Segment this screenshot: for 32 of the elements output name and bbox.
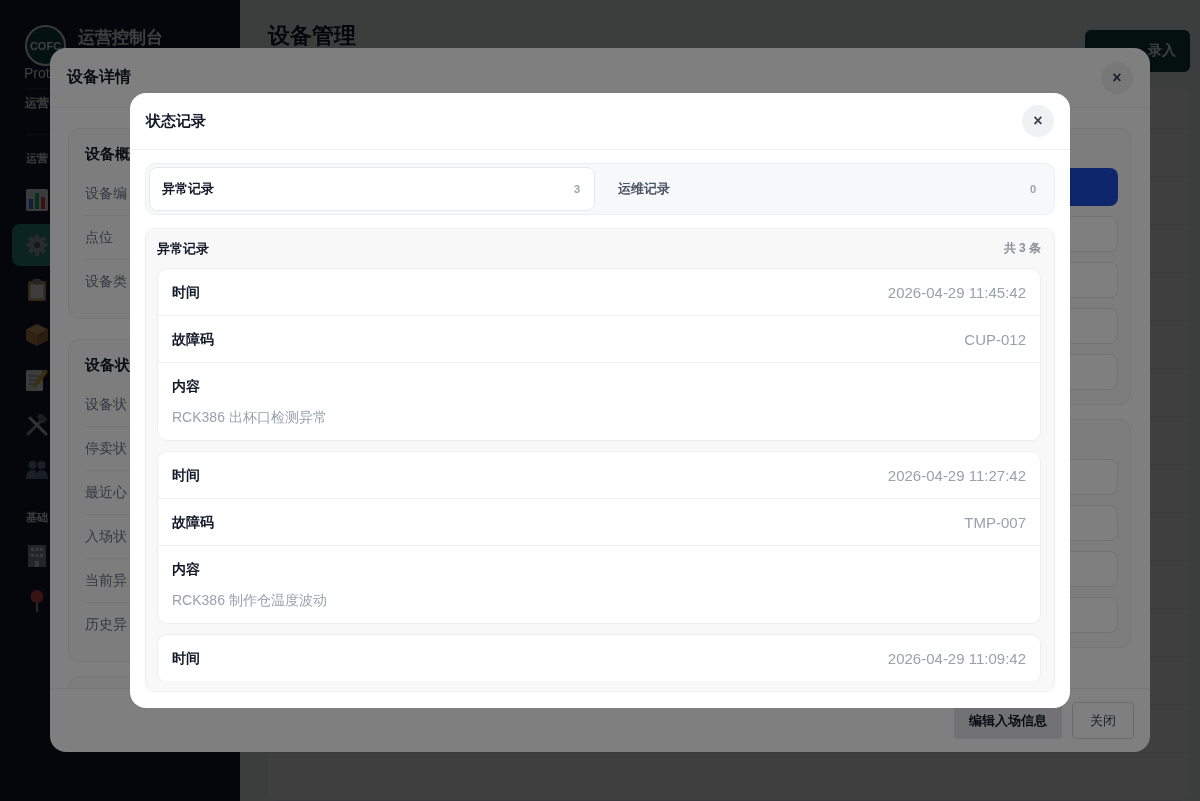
field-label: 入场状 <box>85 527 127 546</box>
field-label: 内容 <box>172 377 200 396</box>
dialog-title: 设备详情 <box>67 67 131 87</box>
record-total: 共 3 条 <box>1003 240 1041 257</box>
field-label: 时间 <box>172 283 200 302</box>
field-value: RCK386 制作仓温度波动 <box>172 591 327 610</box>
field-label: 故障码 <box>172 330 214 349</box>
field-value: CUP-012 <box>964 330 1026 348</box>
field-value: RCK386 出杯口检测异常 <box>172 408 327 427</box>
field-label: 时间 <box>172 466 200 485</box>
field-label: 停卖状 <box>85 439 127 458</box>
field-label: 最近心 <box>85 483 127 502</box>
section-title: 设备状 <box>85 355 130 375</box>
field-value: 2026-04-29 11:45:42 <box>887 283 1026 301</box>
tab-count: 3 <box>573 183 580 195</box>
field-label: 内容 <box>172 560 200 579</box>
page-title: 设备管理 <box>268 24 356 48</box>
section-title: 设备概 <box>85 144 130 164</box>
field-value: TMP-007 <box>964 513 1026 531</box>
field-label: 设备编 <box>85 184 127 203</box>
field-label: 设备类 <box>85 273 127 291</box>
field-value: 2026-04-29 11:27:42 <box>887 466 1026 484</box>
field-label: 点位 <box>85 228 113 247</box>
field-label: 故障码 <box>172 513 214 532</box>
panel-title: 异常记录 <box>157 239 209 258</box>
field-label: 设备状 <box>85 395 127 414</box>
tab-count: 0 <box>1029 183 1036 195</box>
field-label: 当前异 <box>85 571 127 590</box>
field-label: 时间 <box>172 649 200 668</box>
dialog-title: 状态记录 <box>146 111 206 131</box>
field-value: 2026-04-29 11:09:42 <box>887 649 1026 667</box>
field-label: 历史异 <box>85 616 127 634</box>
